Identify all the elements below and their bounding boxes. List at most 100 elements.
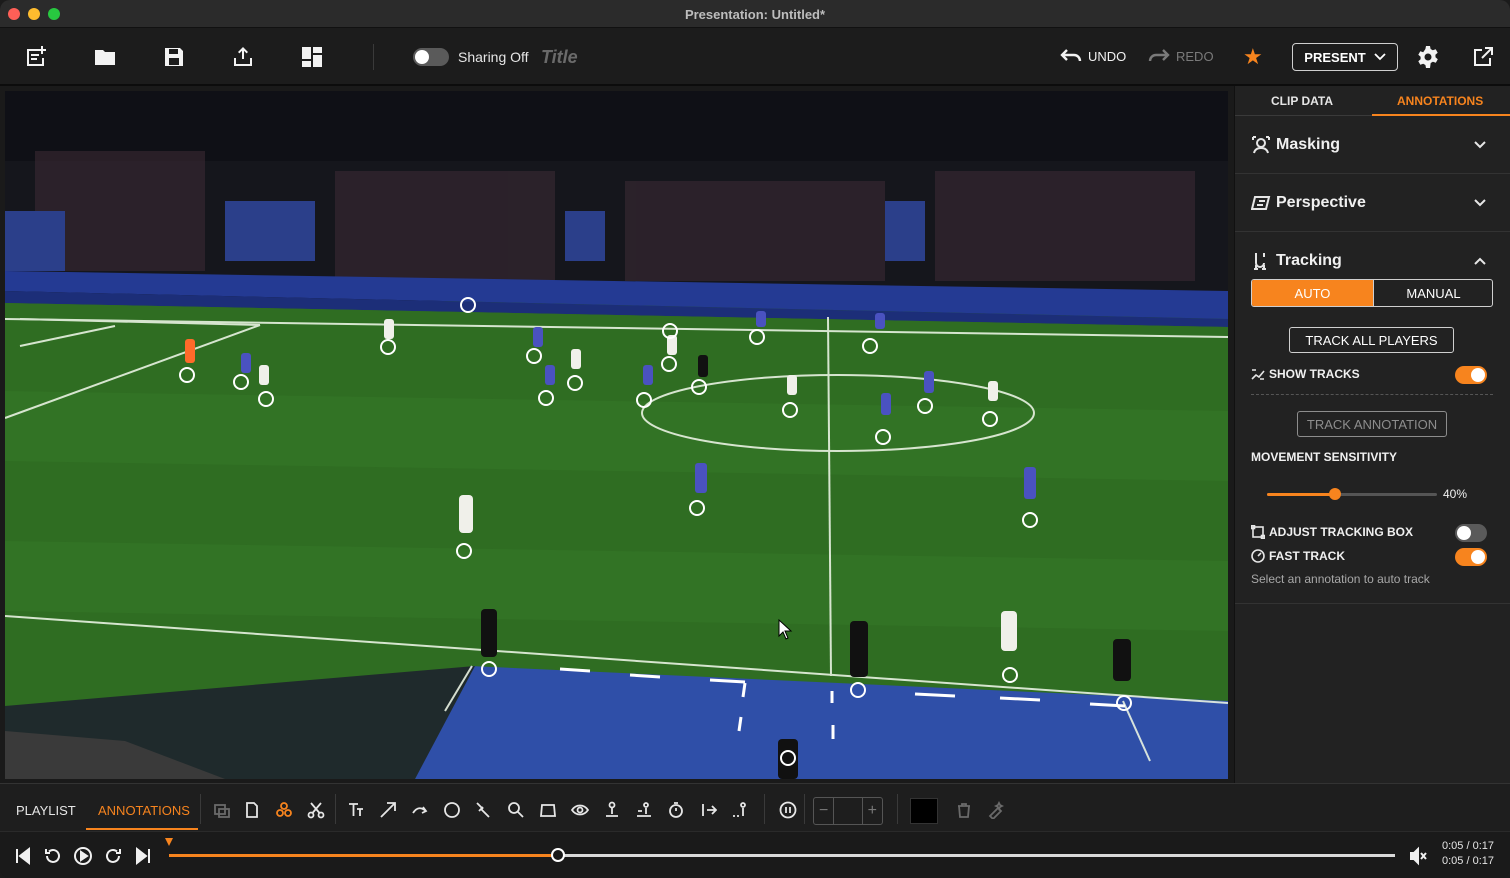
adjust-tracking-box-row: ADJUST TRACKING BOX — [1251, 525, 1413, 539]
track-annotation-button[interactable]: TRACK ANNOTATION — [1297, 411, 1447, 437]
annotation-toolbar: PLAYLIST ANNOTATIONS − + — [0, 783, 1510, 831]
tab-annotations[interactable]: ANNOTATIONS — [1397, 94, 1483, 108]
tab-clip-data[interactable]: CLIP DATA — [1271, 94, 1333, 108]
timeline-scrubber[interactable] — [169, 848, 1395, 862]
scissors-icon[interactable] — [306, 800, 326, 820]
curved-arrow-tool-icon[interactable] — [410, 800, 430, 820]
toolbar-divider — [200, 794, 201, 824]
stepper-value[interactable] — [833, 798, 863, 824]
video-frame[interactable] — [5, 91, 1228, 779]
sharing-label: Sharing Off — [458, 49, 529, 65]
new-presentation-icon[interactable] — [23, 45, 49, 69]
speedometer-icon — [1251, 549, 1265, 563]
layout-grid-icon[interactable] — [299, 45, 325, 69]
auto-track-hint: Select an annotation to auto track — [1251, 572, 1430, 586]
group-players-icon[interactable] — [274, 800, 294, 820]
timeline-progress — [169, 854, 558, 857]
stroke-width-stepper[interactable]: − + — [813, 797, 883, 825]
show-tracks-row: SHOW TRACKS — [1251, 367, 1360, 381]
text-tool-icon[interactable] — [346, 800, 366, 820]
note-icon[interactable] — [242, 800, 262, 820]
chevron-up-icon[interactable] — [1473, 254, 1487, 268]
decrement-icon[interactable]: − — [814, 798, 833, 824]
undo-button[interactable]: UNDO — [1060, 48, 1126, 64]
circle-tool-icon[interactable] — [442, 800, 462, 820]
tracking-title: Tracking — [1276, 252, 1342, 269]
sensitivity-slider-fill — [1267, 493, 1335, 496]
playhead-handle[interactable] — [550, 848, 565, 862]
skip-to-end-icon[interactable] — [132, 845, 154, 867]
show-tracks-toggle[interactable] — [1455, 366, 1487, 384]
section-divider — [1251, 394, 1493, 395]
show-tracks-icon — [1251, 369, 1265, 380]
adjust-tracking-box-toggle[interactable] — [1455, 524, 1487, 542]
perspective-title: Perspective — [1276, 194, 1366, 211]
in-point-marker[interactable] — [165, 838, 173, 846]
play-icon[interactable] — [72, 845, 94, 867]
increment-icon[interactable]: + — [863, 798, 882, 824]
tab-playlist[interactable]: PLAYLIST — [16, 803, 76, 818]
masking-icon — [1251, 135, 1271, 155]
adjust-tracking-box-label: ADJUST TRACKING BOX — [1269, 525, 1414, 539]
forward-5-icon[interactable] — [102, 845, 124, 867]
favorite-star-icon[interactable]: ★ — [1243, 44, 1263, 70]
chevron-down-icon[interactable] — [1473, 138, 1487, 152]
time-current: 0:05 / 0:17 — [1442, 840, 1494, 852]
undo-label: UNDO — [1088, 48, 1127, 64]
arrow-tool-icon[interactable] — [378, 800, 398, 820]
open-folder-icon[interactable] — [92, 45, 118, 69]
perspective-icon — [1250, 193, 1271, 213]
color-swatch[interactable] — [910, 798, 938, 824]
masking-section[interactable]: Masking — [1235, 116, 1510, 174]
active-bottom-tab-indicator — [86, 828, 198, 830]
tab-annotations-bottom[interactable]: ANNOTATIONS — [98, 803, 190, 818]
present-button[interactable]: PRESENT — [1292, 43, 1398, 71]
pause-circle-icon[interactable] — [778, 800, 798, 820]
magnify-tool-icon[interactable] — [506, 800, 526, 820]
presentation-title-input[interactable]: Title — [541, 47, 578, 68]
player-arrow-icon[interactable] — [698, 800, 718, 820]
player-movement-icon[interactable] — [634, 800, 654, 820]
panel-tabs: CLIP DATA ANNOTATIONS — [1235, 86, 1510, 116]
fast-track-label: FAST TRACK — [1269, 549, 1345, 563]
save-icon[interactable] — [161, 45, 187, 69]
export-icon[interactable] — [230, 45, 256, 69]
toolbar-divider — [804, 794, 805, 824]
settings-gear-icon[interactable] — [1415, 45, 1441, 69]
title-bar: Presentation: Untitled* — [0, 0, 1510, 28]
sensitivity-value: 40% — [1443, 487, 1468, 501]
chevron-down-icon[interactable] — [1473, 196, 1487, 210]
player-highlight-icon[interactable] — [602, 800, 622, 820]
rewind-5-icon[interactable] — [42, 845, 64, 867]
popout-window-icon[interactable] — [1470, 45, 1496, 69]
time-total: 0:05 / 0:17 — [1442, 855, 1494, 867]
football-pitch-scene — [5, 91, 1228, 779]
perspective-section[interactable]: Perspective — [1235, 174, 1510, 232]
eye-tool-icon[interactable] — [570, 800, 590, 820]
toolbar-divider — [897, 794, 898, 824]
sensitivity-slider[interactable] — [1267, 488, 1437, 500]
fast-track-row: FAST TRACK — [1251, 549, 1345, 563]
player-label-icon[interactable] — [730, 800, 750, 820]
redo-button[interactable]: REDO — [1148, 48, 1214, 64]
stopwatch-icon[interactable] — [666, 800, 686, 820]
redo-label: REDO — [1176, 48, 1214, 64]
auto-mode-button[interactable]: AUTO — [1252, 280, 1373, 306]
layers-icon[interactable] — [212, 800, 232, 820]
undo-icon — [1060, 49, 1082, 62]
toolbar-divider — [764, 794, 765, 824]
spotlight-tool-icon[interactable] — [474, 800, 494, 820]
annotations-panel: CLIP DATA ANNOTATIONS Masking Perspectiv… — [1234, 86, 1510, 783]
skip-to-start-icon[interactable] — [12, 845, 34, 867]
manual-mode-button[interactable]: MANUAL — [1373, 280, 1492, 306]
fast-track-toggle[interactable] — [1455, 548, 1487, 566]
top-toolbar: Sharing Off Title UNDO REDO ★ PRESENT — [0, 28, 1510, 86]
sharing-toggle[interactable] — [413, 48, 449, 66]
present-label: PRESENT — [1304, 49, 1366, 65]
polygon-tool-icon[interactable] — [538, 800, 558, 820]
mute-icon[interactable] — [1407, 845, 1429, 867]
clear-annotations-icon[interactable] — [986, 800, 1006, 820]
sensitivity-slider-handle[interactable] — [1329, 488, 1341, 500]
trash-icon[interactable] — [954, 800, 974, 820]
track-all-players-button[interactable]: TRACK ALL PLAYERS — [1289, 327, 1454, 353]
